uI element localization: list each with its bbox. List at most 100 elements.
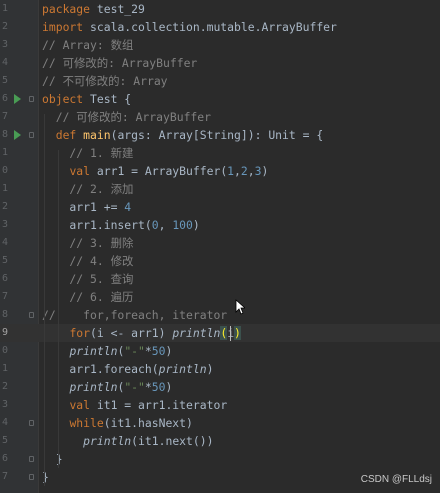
code-text[interactable]: object Test { (42, 90, 131, 108)
fold-marker-icon[interactable] (29, 456, 34, 462)
code-line[interactable]: 3 val it1 = arr1.iterator (0, 396, 440, 414)
code-editor[interactable]: 1 package test_29 2 import scala.collection… (0, 0, 440, 493)
code-token: , (158, 218, 173, 232)
code-line[interactable]: 8 // for,foreach, iterator (0, 306, 440, 324)
code-line[interactable]: 4 // 可修改的: ArrayBuffer (0, 54, 440, 72)
code-token: arr1.foreach( (42, 362, 159, 376)
code-text[interactable]: } (42, 450, 63, 468)
line-number: 8 (1, 129, 8, 140)
code-token: 1 (227, 164, 235, 178)
code-text[interactable]: // 2. 添加 (42, 180, 133, 198)
code-token: , (234, 164, 241, 178)
code-text[interactable]: arr1 += 4 (42, 198, 131, 216)
code-line[interactable]: 4 while(it1.hasNext) (0, 414, 440, 432)
code-token: ) (206, 362, 214, 376)
code-text[interactable]: println("-"*50) (42, 378, 172, 396)
line-number: 9 (1, 327, 8, 338)
run-gutter-icon[interactable] (14, 94, 21, 104)
code-line[interactable]: 4 // 3. 删除 (0, 234, 440, 252)
fold-marker-icon[interactable] (29, 312, 34, 318)
code-token: (args: Array[String]): Unit = { (110, 128, 324, 142)
code-line[interactable]: 1 // 1. 新建 (0, 144, 440, 162)
code-text[interactable]: println("-"*50) (42, 342, 172, 360)
code-text[interactable]: // 1. 新建 (42, 144, 133, 162)
code-text[interactable]: def main(args: Array[String]): Unit = { (42, 126, 323, 144)
code-token: ) (165, 344, 173, 358)
code-token: arr1 = ArrayBuffer( (90, 164, 228, 178)
code-token: val (69, 164, 91, 178)
line-number: 1 (1, 183, 8, 194)
code-token: val (69, 398, 91, 412)
code-token: Test { (83, 92, 132, 106)
code-text[interactable]: // for,foreach, iterator (42, 306, 227, 324)
code-line[interactable]: 2 import scala.collection.mutable.ArrayBu… (0, 18, 440, 36)
code-token: arr1 += (42, 200, 125, 214)
fold-marker-icon[interactable] (29, 474, 34, 480)
code-line[interactable]: 6 object Test { (0, 90, 440, 108)
code-token: ) (165, 380, 173, 394)
code-text[interactable]: val it1 = arr1.iterator (42, 396, 227, 414)
indent-guide (58, 150, 59, 468)
code-text[interactable]: // 不可修改的: Array (42, 72, 168, 90)
line-number: 4 (1, 417, 8, 428)
code-text[interactable]: // 3. 删除 (42, 234, 133, 252)
line-number: 1 (1, 363, 8, 374)
code-text[interactable]: // 可修改的: ArrayBuffer (42, 108, 211, 126)
code-line[interactable]: 5 // 4. 修改 (0, 252, 440, 270)
indent-guide (44, 114, 45, 486)
code-line[interactable]: 1 // 2. 添加 (0, 180, 440, 198)
code-text[interactable]: val arr1 = ArrayBuffer(1,2,3) (42, 162, 268, 180)
line-number: 2 (1, 201, 8, 212)
code-token: println (172, 326, 221, 340)
code-token: * (144, 380, 152, 394)
code-token: , (247, 164, 255, 178)
code-text[interactable]: import scala.collection.mutable.ArrayBuf… (42, 18, 337, 36)
fold-marker-icon[interactable] (29, 420, 34, 426)
code-text[interactable]: arr1.insert(0, 100) (42, 216, 200, 234)
code-line[interactable]: 2 println("-"*50) (0, 378, 440, 396)
code-line[interactable]: 7 // 6. 遍历 (0, 288, 440, 306)
code-token: // Array: 数组 (42, 38, 134, 52)
code-line[interactable]: 6 } (0, 450, 440, 468)
code-text[interactable]: for(i <- arr1) println(i) (42, 324, 241, 342)
code-text[interactable]: // 可修改的: ArrayBuffer (42, 54, 197, 72)
code-text[interactable]: println(it1.next()) (42, 432, 213, 450)
code-line[interactable]: 1 arr1.foreach(println) (0, 360, 440, 378)
code-token: test_29 (90, 2, 145, 16)
code-line[interactable]: 6 // 5. 查询 (0, 270, 440, 288)
code-line[interactable]: 5 println(it1.next()) (0, 432, 440, 450)
code-text[interactable]: // Array: 数组 (42, 36, 133, 54)
line-number: 2 (1, 21, 8, 32)
code-text[interactable]: // 6. 遍历 (42, 288, 133, 306)
fold-marker-icon[interactable] (29, 96, 34, 102)
code-token: ) (192, 218, 200, 232)
code-token: (i <- arr1) (90, 326, 173, 340)
code-token: it1 = arr1.iterator (90, 398, 228, 412)
code-text[interactable]: while(it1.hasNext) (42, 414, 192, 432)
code-token: object (42, 92, 84, 106)
run-gutter-icon[interactable] (14, 130, 21, 140)
code-line[interactable]: 9 for(i <- arr1) println(i) (0, 324, 440, 342)
code-token: // 5. 查询 (42, 272, 134, 286)
code-text[interactable]: arr1.foreach(println) (42, 360, 213, 378)
code-line[interactable]: 3 arr1.insert(0, 100) (0, 216, 440, 234)
code-line[interactable]: 0 println("-"*50) (0, 342, 440, 360)
code-text[interactable]: // 4. 修改 (42, 252, 133, 270)
fold-marker-icon[interactable] (29, 132, 34, 138)
line-number: 1 (1, 147, 8, 158)
code-line[interactable]: 5 // 不可修改的: Array (0, 72, 440, 90)
code-line[interactable]: 7 // 可修改的: ArrayBuffer (0, 108, 440, 126)
code-token: // 2. 添加 (42, 182, 134, 196)
code-token: import (42, 20, 84, 34)
code-token: println (83, 434, 132, 448)
code-text[interactable]: // 5. 查询 (42, 270, 133, 288)
code-line[interactable]: 0 val arr1 = ArrayBuffer(1,2,3) (0, 162, 440, 180)
code-line[interactable]: 2 arr1 += 4 (0, 198, 440, 216)
code-line[interactable]: 1 package test_29 (0, 0, 440, 18)
code-line[interactable]: 8 def main(args: Array[String]): Unit = … (0, 126, 440, 144)
code-token: 2 (240, 164, 248, 178)
code-text[interactable]: package test_29 (42, 0, 145, 18)
code-line[interactable]: 3 // Array: 数组 (0, 36, 440, 54)
code-token: "-" (124, 380, 145, 394)
